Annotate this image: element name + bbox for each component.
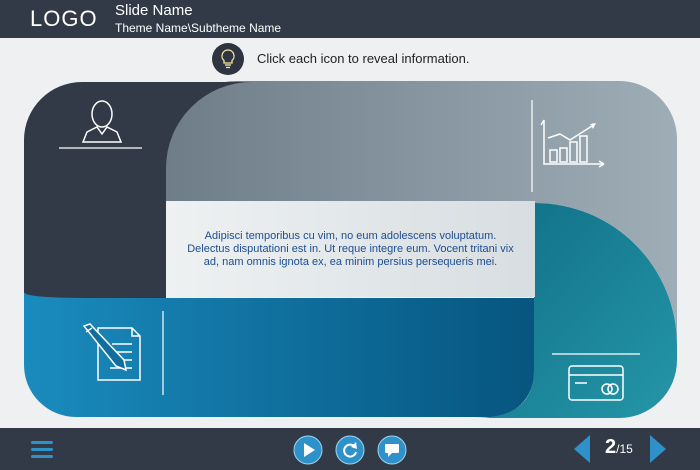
next-arrow-icon[interactable]: [648, 433, 668, 465]
growth-chart-icon[interactable]: [540, 118, 608, 170]
page-indicator: 2/15: [605, 436, 633, 459]
prev-arrow-icon[interactable]: [572, 433, 592, 465]
person-icon[interactable]: [77, 98, 127, 146]
info-text: Adipisci temporibus cu vim, no eum adole…: [187, 229, 514, 268]
menu-icon[interactable]: [29, 438, 55, 462]
play-icon[interactable]: [293, 435, 323, 465]
page-current: 2: [605, 436, 617, 458]
page-total: /15: [616, 442, 633, 456]
replay-icon[interactable]: [335, 435, 365, 465]
credit-card-icon[interactable]: [567, 364, 625, 402]
document-pencil-icon[interactable]: [80, 322, 146, 384]
chat-icon[interactable]: [377, 435, 407, 465]
